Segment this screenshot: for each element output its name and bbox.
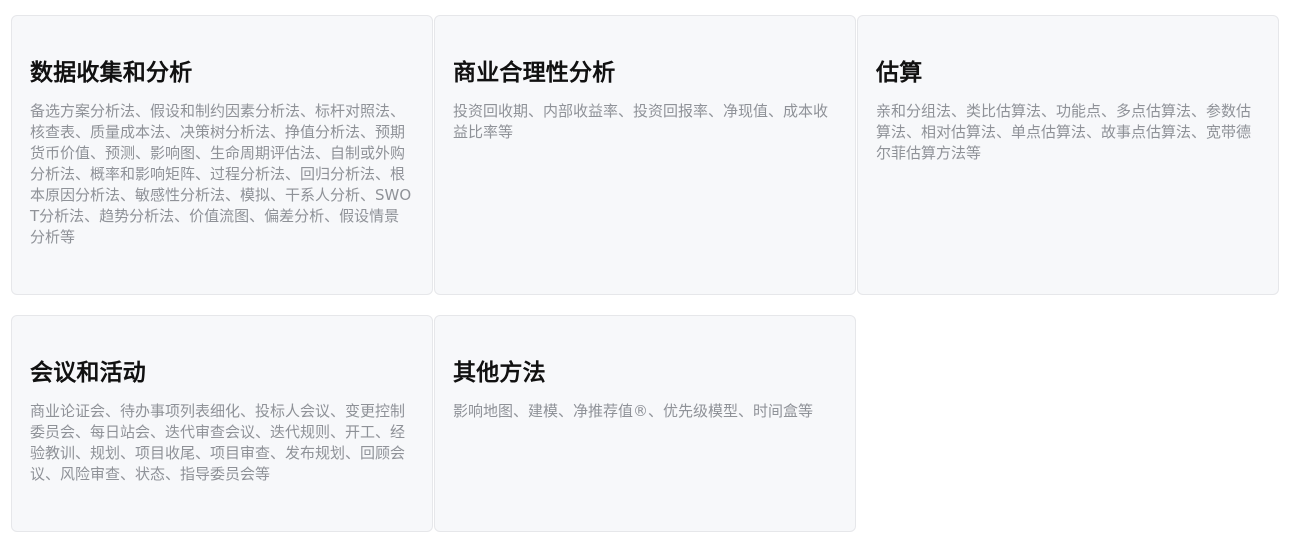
card-other-methods: 其他方法 影响地图、建模、净推荐值®、优先级模型、时间盒等 <box>434 315 856 532</box>
card-business-justification-analysis: 商业合理性分析 投资回收期、内部收益率、投资回报率、净现值、成本收益比率等 <box>434 15 856 295</box>
card-description: 商业论证会、待办事项列表细化、投标人会议、变更控制委员会、每日站会、迭代审查会议… <box>30 402 406 483</box>
card-description: 影响地图、建模、净推荐值®、优先级模型、时间盒等 <box>453 402 814 420</box>
card-description: 备选方案分析法、假设和制约因素分析法、标杆对照法、核查表、质量成本法、决策树分析… <box>30 102 412 246</box>
card-title: 会议和活动 <box>30 360 146 386</box>
card-title: 商业合理性分析 <box>453 60 616 86</box>
card-title: 其他方法 <box>453 360 546 386</box>
card-title: 数据收集和分析 <box>30 60 193 86</box>
card-estimation: 估算 亲和分组法、类比估算法、功能点、多点估算法、参数估算法、相对估算法、单点估… <box>857 15 1279 295</box>
card-description: 亲和分组法、类比估算法、功能点、多点估算法、参数估算法、相对估算法、单点估算法、… <box>876 102 1252 162</box>
card-description: 投资回收期、内部收益率、投资回报率、净现值、成本收益比率等 <box>453 102 829 141</box>
card-data-collection-analysis: 数据收集和分析 备选方案分析法、假设和制约因素分析法、标杆对照法、核查表、质量成… <box>11 15 433 295</box>
card-title: 估算 <box>876 60 923 86</box>
card-meetings-events: 会议和活动 商业论证会、待办事项列表细化、投标人会议、变更控制委员会、每日站会、… <box>11 315 433 532</box>
